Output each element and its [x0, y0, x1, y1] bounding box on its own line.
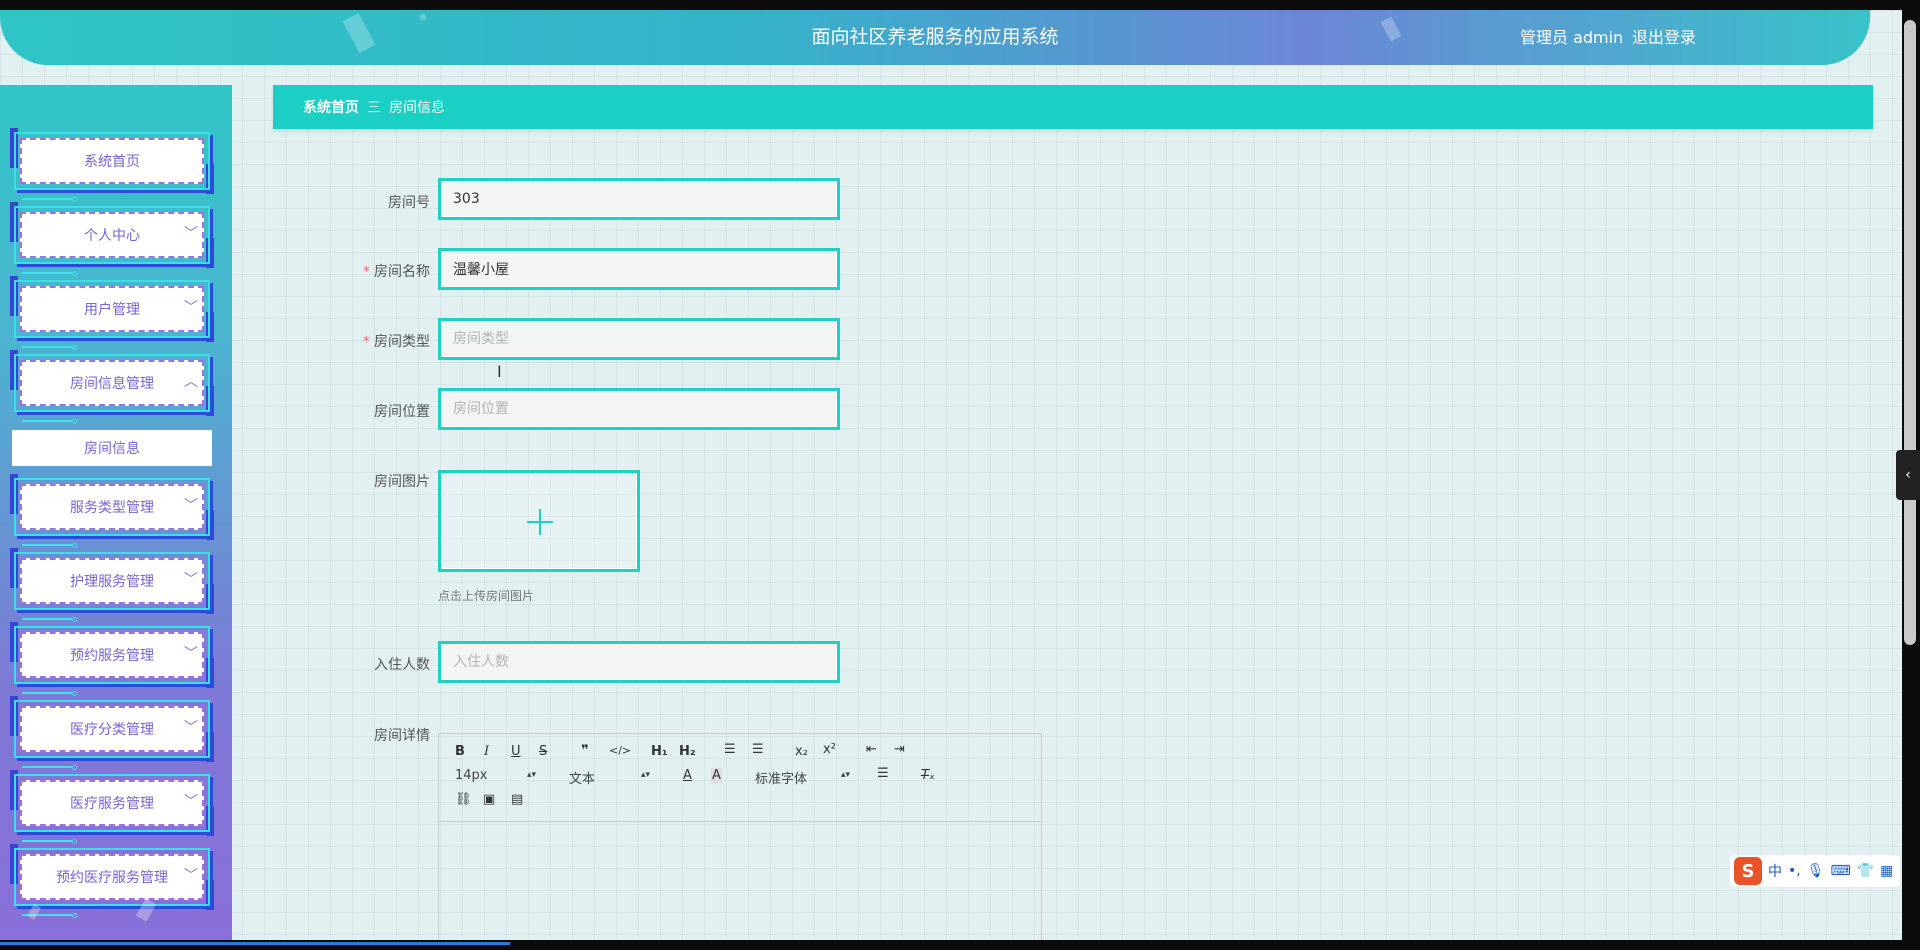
image-upload-box[interactable] — [438, 470, 640, 572]
code-block-icon[interactable]: </> — [609, 744, 631, 757]
keyboard-icon[interactable]: ⌨ — [1831, 863, 1851, 879]
room-location-label: 房间位置 — [374, 404, 430, 420]
ime-chinese-mode[interactable]: 中 — [1768, 861, 1782, 881]
room-type-input[interactable] — [438, 318, 840, 360]
room-name-input[interactable] — [438, 248, 840, 290]
chevron-down-icon: ﹀ — [184, 226, 198, 242]
chevron-down-icon: ﹀ — [184, 720, 198, 736]
occupants-input[interactable] — [438, 641, 840, 683]
page-scrollbar[interactable] — [1904, 20, 1916, 645]
occupants-label: 入住人数 — [374, 657, 430, 673]
ime-toolbar: S 中 •, 🎙 ⌨ 👕 ▦ — [1730, 855, 1900, 887]
current-user: 管理员 admin — [1520, 28, 1624, 47]
breadcrumb-home[interactable]: 系统首页 — [303, 97, 359, 117]
strike-icon[interactable]: S — [539, 744, 547, 759]
breadcrumb: 系统首页 三 房间信息 — [273, 85, 1873, 129]
sidebar-subitem-room-info[interactable]: 房间信息 — [12, 430, 212, 466]
editor-toolbar: B I U S ❞ </> H₁ H₂ ☰ ☰ x₂ x² ⇤ ⇥ 14px ▴… — [439, 734, 1041, 822]
sidebar-item-service-type-management[interactable]: 服务类型管理 ﹀ — [10, 474, 214, 548]
chevron-down-icon: ﹀ — [184, 572, 198, 588]
sogou-logo-icon: S — [1734, 857, 1762, 885]
indent-increase-icon[interactable]: ⇥ — [894, 742, 905, 757]
font-color-icon[interactable]: A — [683, 768, 692, 783]
chevron-down-icon: ﹀ — [184, 646, 198, 662]
room-location-input[interactable] — [438, 388, 840, 430]
app-window: 面向社区养老服务的应用系统 管理员 admin 退出登录 系统首页 个人中心 ﹀… — [0, 10, 1902, 940]
font-size-select[interactable]: 14px ▴▾ — [455, 768, 540, 783]
indent-decrease-icon[interactable]: ⇤ — [866, 742, 877, 757]
sidebar-item-home[interactable]: 系统首页 — [10, 128, 214, 202]
chevron-down-icon: ﹀ — [184, 794, 198, 810]
sidebar-item-booking-service-management[interactable]: 预约服务管理 ﹀ — [10, 622, 214, 696]
blockquote-icon[interactable]: ❞ — [581, 743, 589, 758]
underline-icon[interactable]: U — [511, 744, 521, 759]
sidebar-item-label: 护理服务管理 — [70, 574, 154, 590]
header-2-icon[interactable]: H₂ — [679, 744, 696, 759]
chevron-down-icon: ﹀ — [184, 498, 198, 514]
chevron-up-icon: ︿ — [184, 374, 198, 390]
grid-menu-icon[interactable]: ▦ — [1880, 863, 1893, 879]
video-icon[interactable]: ▤ — [511, 792, 523, 807]
chevron-down-icon: ﹀ — [184, 300, 198, 316]
rich-text-editor: B I U S ❞ </> H₁ H₂ ☰ ☰ x₂ x² ⇤ ⇥ 14px ▴… — [438, 733, 1042, 940]
italic-icon[interactable]: I — [484, 744, 489, 759]
sidebar-item-label: 医疗服务管理 — [70, 796, 154, 812]
room-type-label: * 房间类型 — [363, 334, 430, 350]
header-select[interactable]: 文本 ▴▾ — [569, 768, 654, 787]
subscript-icon[interactable]: x₂ — [795, 744, 808, 759]
sidebar-decoration — [27, 903, 41, 921]
sidebar-item-label: 服务类型管理 — [70, 500, 154, 516]
sidebar-item-medical-category-management[interactable]: 医疗分类管理 ﹀ — [10, 696, 214, 770]
bullet-list-icon[interactable]: ☰ — [752, 742, 764, 757]
sidebar: 系统首页 个人中心 ﹀ 用户管理 ﹀ 房间信息管理 ︿ 房间信息 服务类型管理 … — [0, 85, 232, 940]
sidebar-item-personal-center[interactable]: 个人中心 ﹀ — [10, 202, 214, 276]
chevron-left-icon: ‹ — [1905, 467, 1911, 483]
header-1-icon[interactable]: H₁ — [651, 744, 668, 759]
sidebar-item-medical-service-management[interactable]: 医疗服务管理 ﹀ — [10, 770, 214, 844]
clean-format-icon[interactable]: T̶ₓ — [921, 768, 935, 783]
room-no-input[interactable] — [438, 178, 840, 220]
sidebar-item-label: 个人中心 — [84, 228, 140, 244]
sidebar-item-room-info-management[interactable]: 房间信息管理 ︿ — [10, 350, 214, 424]
sidebar-item-nursing-service-management[interactable]: 护理服务管理 ﹀ — [10, 548, 214, 622]
breadcrumb-separator: 三 — [367, 100, 381, 116]
ordered-list-icon[interactable]: ☰ — [724, 742, 736, 757]
loading-progress — [0, 942, 510, 945]
sidebar-item-label: 医疗分类管理 — [70, 722, 154, 738]
skin-icon[interactable]: 👕 — [1857, 863, 1874, 879]
logout-link[interactable]: 退出登录 — [1632, 24, 1696, 48]
sidebar-item-booking-medical-management[interactable]: 预约医疗服务管理 ﹀ — [10, 844, 214, 918]
top-header: 面向社区养老服务的应用系统 管理员 admin 退出登录 — [0, 10, 1870, 65]
microphone-icon[interactable]: 🎙 — [1807, 863, 1825, 879]
sidebar-item-user-management[interactable]: 用户管理 ﹀ — [10, 276, 214, 350]
sidebar-item-label: 预约医疗服务管理 — [56, 870, 168, 886]
room-detail-label: 房间详情 — [374, 728, 430, 744]
chevron-down-icon: ﹀ — [184, 868, 198, 884]
background-color-icon[interactable]: A — [711, 768, 722, 783]
collapse-panel-button[interactable]: ‹ — [1896, 450, 1920, 500]
sidebar-item-label: 用户管理 — [84, 302, 140, 318]
upload-tip: 点击上传房间图片 — [438, 589, 535, 603]
punctuation-icon[interactable]: •, — [1788, 863, 1801, 879]
sidebar-item-label: 预约服务管理 — [70, 648, 154, 664]
room-image-label: 房间图片 — [374, 474, 430, 490]
image-icon[interactable]: ▣ — [483, 792, 495, 807]
superscript-icon[interactable]: x² — [823, 742, 836, 757]
room-name-label: * 房间名称 — [363, 264, 430, 280]
editor-content-area[interactable] — [439, 822, 1041, 940]
font-family-select[interactable]: 标准字体 ▴▾ — [755, 768, 855, 787]
room-no-label: 房间号 — [388, 195, 430, 211]
link-icon[interactable]: ⛓ — [455, 792, 472, 807]
text-cursor-icon: I — [497, 362, 502, 381]
align-icon[interactable]: ☰ — [877, 766, 889, 781]
bold-icon[interactable]: B — [455, 744, 465, 759]
breadcrumb-current: 房间信息 — [389, 100, 445, 116]
sidebar-item-label: 房间信息管理 — [70, 376, 154, 392]
sidebar-item-label: 系统首页 — [84, 154, 140, 170]
